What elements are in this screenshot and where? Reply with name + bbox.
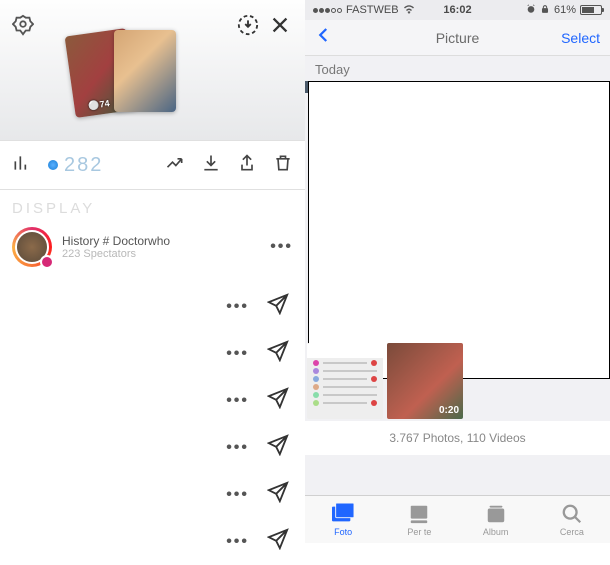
close-icon[interactable]: [269, 14, 291, 41]
tab-foto[interactable]: Foto: [305, 496, 381, 543]
battery-percent: 61%: [554, 4, 576, 16]
tab-album[interactable]: Album: [458, 496, 534, 543]
send-icon[interactable]: [267, 434, 289, 461]
wifi-icon: [403, 4, 415, 17]
list-item: •••: [0, 377, 305, 424]
send-icon[interactable]: [267, 528, 289, 555]
list-item: •••: [0, 518, 305, 565]
tab-cerca[interactable]: Cerca: [534, 496, 610, 543]
instagram-story-panel: ⚪74 282 DISPLAY History # Doctorwho 223 …: [0, 0, 305, 543]
tab-per-te[interactable]: Per te: [381, 496, 457, 543]
story-card-2: [114, 30, 176, 112]
story-subtitle: 223 Spectators: [62, 248, 170, 260]
photo-grid: 0:20: [305, 81, 610, 421]
status-right: 61%: [526, 4, 602, 17]
selected-photo-placeholder[interactable]: [308, 81, 610, 379]
view-count: 282: [64, 154, 103, 177]
signal-icon: [313, 8, 342, 13]
card-view-badge: ⚪74: [88, 98, 111, 112]
more-icon[interactable]: •••: [270, 238, 293, 256]
more-icon[interactable]: •••: [226, 392, 249, 410]
tab-label: Cerca: [560, 527, 584, 537]
back-icon[interactable]: [315, 24, 333, 51]
list-item: •••: [0, 424, 305, 471]
carrier-info: FASTWEB: [313, 4, 415, 17]
section-today: Today: [305, 56, 610, 81]
thumbnail-screenshot[interactable]: [307, 343, 383, 419]
story-info: History # Doctorwho 223 Spectators: [62, 234, 170, 260]
more-icon[interactable]: •••: [226, 345, 249, 363]
stats-toolbar: 282: [0, 140, 305, 190]
section-header: DISPLAY: [0, 190, 305, 223]
video-duration: 0:20: [439, 405, 459, 416]
send-icon[interactable]: [267, 293, 289, 320]
trending-icon[interactable]: [165, 153, 185, 178]
ios-photos-app: FASTWEB 16:02 61% Picture Select Today: [305, 0, 610, 543]
more-icon[interactable]: •••: [226, 298, 249, 316]
story-card-stack[interactable]: ⚪74: [70, 30, 190, 120]
download-progress-icon[interactable]: [237, 14, 259, 41]
download-icon[interactable]: [201, 153, 221, 178]
tab-label: Foto: [334, 527, 352, 537]
list-item: •••: [0, 330, 305, 377]
story-header: ⚪74: [0, 0, 305, 140]
nav-bar: Picture Select: [305, 20, 610, 56]
select-button[interactable]: Select: [561, 30, 600, 46]
tab-bar: Foto Per te Album Cerca: [305, 495, 610, 543]
trash-icon[interactable]: [273, 153, 293, 178]
library-counts: 3.767 Photos, 110 Videos: [305, 421, 610, 455]
list-item: •••: [0, 471, 305, 518]
bar-chart-icon[interactable]: [12, 153, 32, 178]
avatar-badge-icon: [40, 255, 54, 269]
nav-title: Picture: [436, 30, 480, 46]
carrier-name: FASTWEB: [346, 4, 399, 16]
tab-label: Album: [483, 527, 509, 537]
story-title: History # Doctorwho: [62, 234, 170, 248]
battery-icon: [580, 5, 602, 15]
tab-label: Per te: [407, 527, 431, 537]
send-icon[interactable]: [267, 340, 289, 367]
send-icon[interactable]: [267, 387, 289, 414]
share-icon[interactable]: [237, 153, 257, 178]
thumbnail-video[interactable]: 0:20: [387, 343, 463, 419]
thumbnail-row: 0:20: [305, 343, 610, 421]
more-icon[interactable]: •••: [226, 533, 249, 551]
list-item: •••: [0, 283, 305, 330]
settings-icon[interactable]: [12, 14, 34, 41]
clock: 16:02: [443, 4, 471, 16]
more-icon[interactable]: •••: [226, 439, 249, 457]
send-icon[interactable]: [267, 481, 289, 508]
alarm-icon: [526, 4, 536, 17]
avatar-ring: [12, 227, 52, 267]
lock-icon: [540, 4, 550, 17]
status-dot-icon: [48, 160, 58, 170]
viewer-list: ••• ••• ••• ••• ••• •••: [0, 271, 305, 565]
status-bar: FASTWEB 16:02 61%: [305, 0, 610, 20]
story-viewer-row[interactable]: History # Doctorwho 223 Spectators •••: [0, 223, 305, 271]
more-icon[interactable]: •••: [226, 486, 249, 504]
